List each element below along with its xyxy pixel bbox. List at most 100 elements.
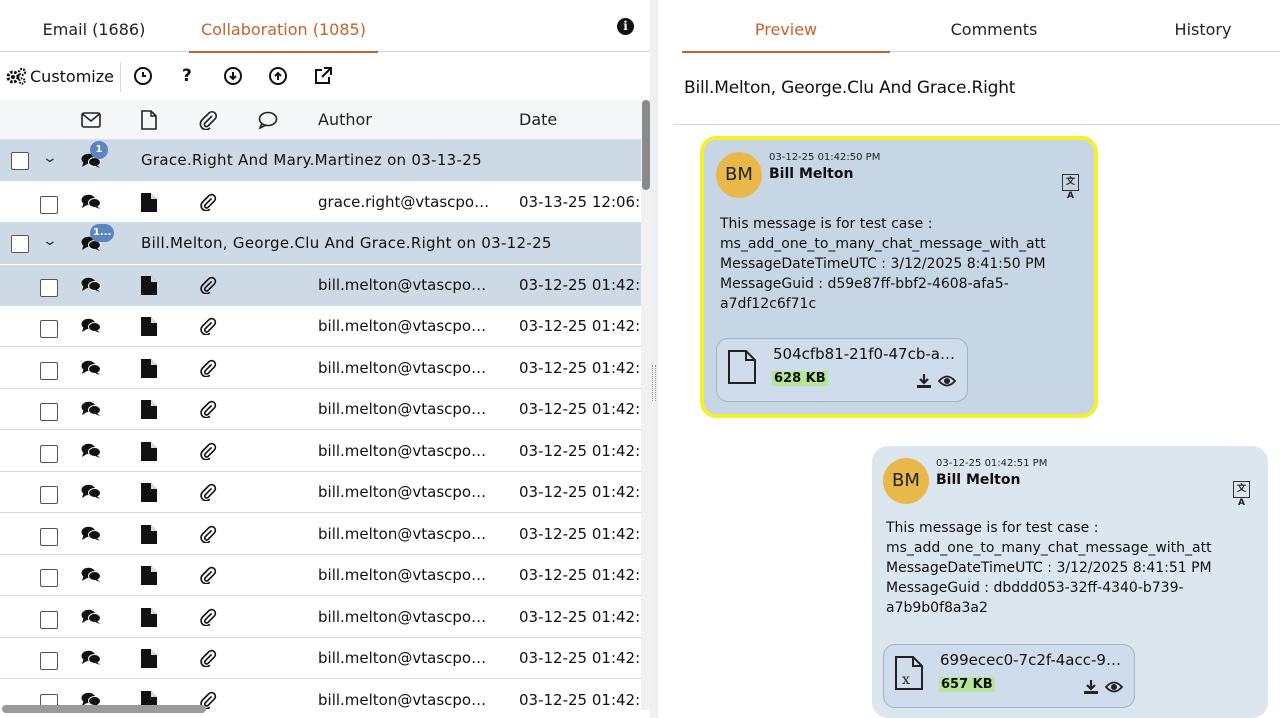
group-checkbox[interactable] (11, 152, 29, 170)
table-row[interactable]: bill.melton@vtascpom.com 03-12-25 01:42:5… (0, 347, 641, 389)
document-column-icon[interactable] (141, 110, 157, 130)
row-checkbox[interactable] (40, 320, 58, 338)
chat-message[interactable]: BM 03-12-25 01:42:51 PM Bill Melton 文A T… (872, 446, 1268, 718)
download-button[interactable] (224, 60, 242, 92)
vertical-scroll-thumb[interactable] (642, 100, 650, 190)
eye-icon[interactable] (1105, 680, 1123, 694)
author-cell: bill.melton@vtascpom.com (318, 400, 494, 418)
table-row[interactable]: bill.melton@vtascpom.com 03-12-25 01:42:5… (0, 389, 641, 430)
tab-preview[interactable]: Preview (682, 0, 890, 53)
download-icon[interactable] (916, 373, 932, 389)
group-title: Bill.Melton, George.Clu And Grace.Right … (141, 234, 552, 252)
translate-icon[interactable]: 文A (1233, 481, 1250, 508)
excel-file-icon: x (895, 656, 923, 690)
attachment-icon (199, 400, 217, 422)
attachment-card[interactable]: 504cfb81-21f0-47cb-ac... 628 KB (716, 338, 968, 402)
attachment-icon (199, 608, 217, 630)
grid-vertical-scrollbar[interactable] (641, 100, 650, 710)
group-title: Grace.Right And Mary.Martinez on 03-13-2… (141, 151, 482, 169)
row-checkbox[interactable] (40, 278, 58, 297)
chat-icon (81, 484, 101, 504)
right-tabs: Preview Comments History (682, 0, 1280, 53)
date-cell: 03-12-25 01:42:57 (519, 566, 641, 584)
row-checkbox[interactable] (40, 569, 58, 587)
upload-button[interactable] (269, 60, 287, 92)
download-icon[interactable] (1083, 679, 1099, 695)
table-row[interactable]: bill.melton@vtascpom.com 03-12-25 01:42:0… (0, 638, 641, 679)
date-cell: 03-13-25 12:06:32 (519, 192, 641, 211)
external-link-icon (315, 67, 332, 84)
splitter-grip-icon[interactable] (652, 365, 656, 401)
chat-icon (81, 567, 101, 587)
attachment-card[interactable]: x 699ecec0-7c2f-4acc-91... 657 KB (883, 644, 1135, 708)
table-row[interactable]: bill.melton@vtascpom.com 03-12-25 01:42:5… (0, 513, 641, 555)
tab-email[interactable]: Email (1686) (20, 0, 168, 52)
author-cell: bill.melton@vtascpom.com (318, 524, 494, 543)
author-cell: bill.melton@vtascpom.com (318, 566, 494, 584)
translate-icon[interactable]: 文A (1062, 174, 1079, 201)
group-row[interactable]: ⌄ 1 Grace.Right And Mary.Martinez on 03-13… (0, 140, 641, 181)
row-checkbox[interactable] (40, 195, 58, 214)
tab-comments[interactable]: Comments (890, 0, 1098, 52)
help-button[interactable]: ? (182, 60, 192, 92)
attachment-icon (199, 649, 217, 671)
customize-button[interactable]: Customize (5, 60, 114, 92)
info-icon[interactable]: i (617, 18, 634, 35)
date-cell: 03-12-25 01:42:00 (519, 607, 641, 626)
date-cell: 03-12-25 01:42:56 (519, 524, 641, 543)
download-icon (224, 67, 242, 85)
table-row[interactable]: grace.right@vtascpom.com 03-13-25 12:06:3… (0, 181, 641, 223)
date-cell: 03-12-25 01:42:51 (519, 317, 641, 335)
document-icon (141, 524, 157, 548)
attachment-icon (199, 566, 217, 588)
row-checkbox[interactable] (40, 403, 58, 421)
chevron-down-icon[interactable]: ⌄ (42, 150, 58, 166)
left-tabs: Email (1686) Collaboration (1085) i (0, 0, 650, 53)
eye-icon[interactable] (938, 374, 956, 388)
group-row[interactable]: ⌄ 1... Bill.Melton, George.Clu And Grace.R… (0, 223, 641, 264)
row-checkbox[interactable] (40, 610, 58, 629)
chevron-down-icon[interactable]: ⌄ (42, 233, 58, 249)
comment-column-icon[interactable] (258, 111, 278, 129)
attachment-icon (199, 483, 217, 505)
attachment-name: 504cfb81-21f0-47cb-ac... (773, 345, 957, 363)
svg-text:x: x (902, 672, 910, 688)
table-row[interactable]: bill.melton@vtascpom.com 03-12-25 01:42:0… (0, 596, 641, 638)
row-checkbox[interactable] (40, 444, 58, 463)
history-button[interactable] (134, 60, 152, 92)
pane-splitter[interactable] (650, 0, 658, 718)
date-cell: 03-12-25 01:42:55 (519, 483, 641, 501)
date-column-header[interactable]: Date (519, 100, 557, 140)
tab-history[interactable]: History (1098, 0, 1280, 52)
chat-icon (81, 609, 101, 629)
horizontal-scroll-thumb[interactable] (2, 705, 206, 713)
group-checkbox[interactable] (11, 235, 29, 253)
row-checkbox[interactable] (40, 652, 58, 670)
row-checkbox[interactable] (40, 486, 58, 504)
table-row[interactable]: bill.melton@vtascpom.com 03-12-25 01:42:5… (0, 306, 641, 347)
author-cell: bill.melton@vtascpom.com (318, 483, 494, 501)
chat-icon (81, 318, 101, 338)
attachment-icon (199, 317, 217, 339)
table-row[interactable]: bill.melton@vtascpom.com 03-12-25 01:42:5… (0, 264, 641, 306)
conversation-title: Bill.Melton, George.Clu And Grace.Right (684, 78, 1016, 98)
toolbar: Customize ? (0, 52, 650, 100)
message-author: Bill Melton (769, 166, 854, 182)
row-checkbox[interactable] (40, 527, 58, 546)
table-row[interactable]: bill.melton@vtascpom.com 03-12-25 01:42:5… (0, 555, 641, 596)
grid-horizontal-scrollbar[interactable] (0, 705, 641, 715)
email-column-icon[interactable] (81, 112, 101, 128)
table-row[interactable]: bill.melton@vtascpom.com 03-12-25 01:42:5… (0, 430, 641, 472)
attachment-column-icon[interactable] (198, 110, 218, 130)
author-column-header[interactable]: Author (318, 100, 372, 140)
left-pane: Email (1686) Collaboration (1085) i Cust… (0, 0, 650, 718)
table-row[interactable]: bill.melton@vtascpom.com 03-12-25 01:42:5… (0, 472, 641, 513)
file-icon (728, 350, 756, 384)
external-link-button[interactable] (313, 60, 333, 92)
chat-icon (81, 526, 101, 546)
tab-collaboration[interactable]: Collaboration (1085) (189, 0, 378, 53)
row-checkbox[interactable] (40, 361, 58, 380)
attachment-icon (199, 442, 217, 464)
message-body: This message is for test case : ms_add_o… (720, 216, 1046, 312)
chat-message[interactable]: BM 03-12-25 01:42:50 PM Bill Melton 文A T… (700, 136, 1098, 418)
